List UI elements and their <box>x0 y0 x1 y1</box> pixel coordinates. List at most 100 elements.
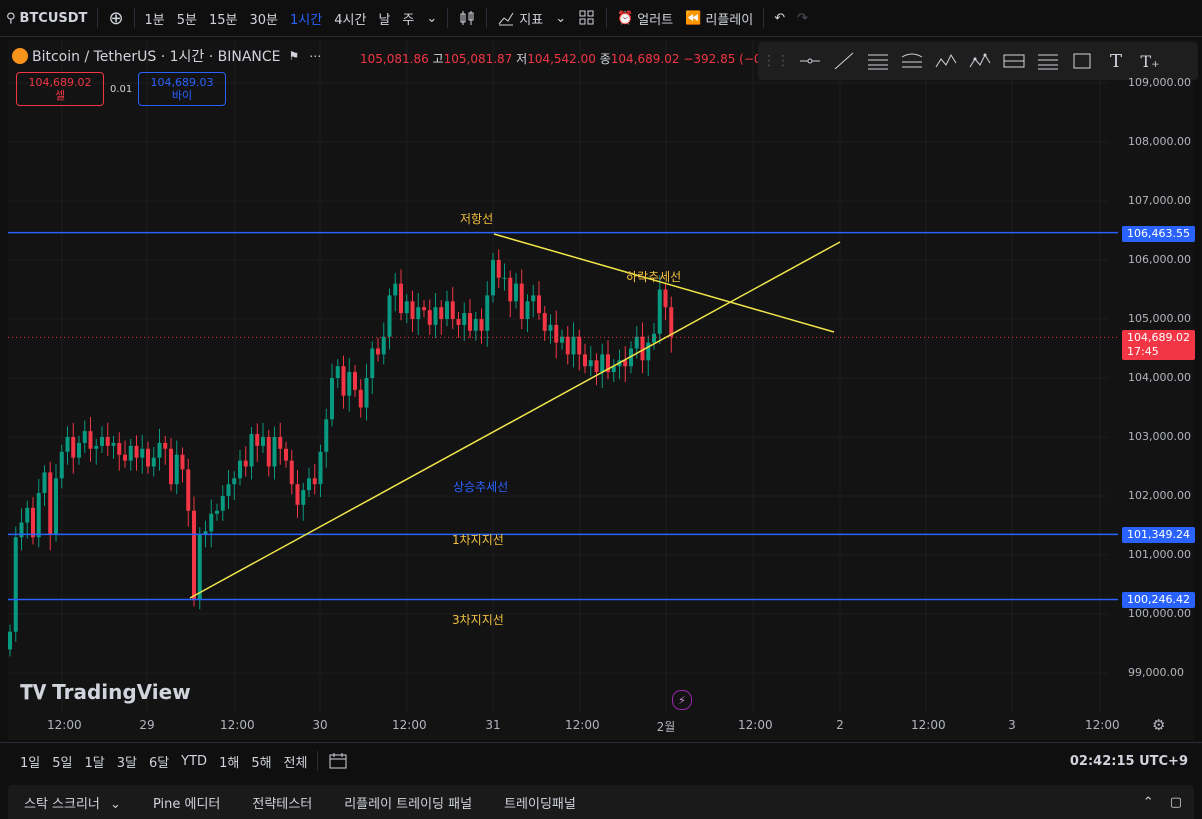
range-1m[interactable]: 1달 <box>78 743 110 779</box>
candle-body <box>232 478 237 485</box>
candle-style-button[interactable] <box>452 0 482 36</box>
add-symbol-button[interactable]: ⊕ <box>102 0 129 36</box>
candle-body <box>646 342 651 361</box>
horizontal-ray-tool[interactable] <box>794 46 826 76</box>
interval-week[interactable]: 주 <box>396 0 420 36</box>
support3-label[interactable]: 3차지지선 <box>452 611 504 628</box>
candle-body <box>77 442 81 458</box>
candle-body <box>146 448 150 467</box>
candle-body <box>479 319 484 331</box>
rectangle-tool[interactable] <box>1066 46 1098 76</box>
range-ytd[interactable]: YTD <box>175 743 213 779</box>
interval-day[interactable]: 날 <box>372 0 396 36</box>
range-3m[interactable]: 3달 <box>111 743 143 779</box>
replay-button[interactable]: ⏪ 리플레이 <box>679 0 759 36</box>
interval-4h[interactable]: 4시간 <box>328 0 372 36</box>
elliott-wave-tool[interactable] <box>964 46 996 76</box>
range-5y[interactable]: 5해 <box>245 743 277 779</box>
support1-label[interactable]: 1차지지선 <box>452 531 504 548</box>
range-6m[interactable]: 6달 <box>143 743 175 779</box>
undo-icon: ↶ <box>774 10 786 26</box>
chart-pane[interactable] <box>8 40 1194 740</box>
time-label: 12:00 <box>392 718 427 732</box>
redo-button[interactable]: ↷ <box>791 0 814 36</box>
drag-handle[interactable]: ⋮⋮ <box>760 46 792 76</box>
panel-tabs: 스탁 스크리너 ⌄ Pine 에디터 전략테스터 리플레이 트레이딩 패널 트레… <box>8 785 1194 819</box>
interval-15m[interactable]: 15분 <box>203 0 244 36</box>
rewind-icon: ⏪ <box>685 10 702 26</box>
time-label: 12:00 <box>738 718 773 732</box>
interval-30m[interactable]: 30분 <box>244 0 285 36</box>
range-1y[interactable]: 1해 <box>213 743 245 779</box>
layout-button[interactable] <box>572 0 602 36</box>
candle-body <box>376 348 380 355</box>
divider <box>486 8 488 28</box>
interval-1h[interactable]: 1시간 <box>284 0 328 36</box>
settings-gear-icon[interactable]: ⚙ <box>1152 716 1165 734</box>
time-axis[interactable]: 12:00 29 12:00 30 12:00 31 12:00 2월 12:00 2 12:00 3… <box>8 712 1194 740</box>
price-tick: 104,000.00 <box>1128 371 1191 384</box>
chevron-down-icon: ⌄ <box>426 10 438 26</box>
tradingview-logo[interactable]: 𝐓𝐕 TradingView <box>20 680 191 704</box>
long-position-tool[interactable] <box>1032 46 1064 76</box>
range-1d[interactable]: 1일 <box>14 743 46 779</box>
interval-5m[interactable]: 5분 <box>171 0 203 36</box>
candle-body <box>25 507 30 523</box>
price-tick: 103,000.00 <box>1128 430 1191 443</box>
uptrend-label[interactable]: 상승추세선 <box>453 478 508 495</box>
candle-body <box>422 307 426 311</box>
candle-body <box>128 445 133 461</box>
tab-strategy-tester[interactable]: 전략테스터 <box>236 793 328 812</box>
tab-pine-editor[interactable]: Pine 에디터 <box>137 793 236 812</box>
candle-body <box>531 295 536 302</box>
parallel-channel-tool[interactable] <box>862 46 894 76</box>
maximize-panel-button[interactable]: ▢ <box>1162 795 1194 810</box>
tab-stock-screener[interactable]: 스탁 스크리너 ⌄ <box>8 793 137 812</box>
tab-trading-panel[interactable]: 트레이딩패널 <box>488 793 592 812</box>
candle-body <box>600 354 605 373</box>
flag-icon[interactable]: ⚑ <box>289 49 300 63</box>
date-range-tool[interactable] <box>998 46 1030 76</box>
interval-1m[interactable]: 1분 <box>139 0 171 36</box>
sell-button[interactable]: 104,689.02 셀 <box>16 72 104 106</box>
pattern-tool[interactable] <box>930 46 962 76</box>
collapse-panel-button[interactable]: ⌃ <box>1135 795 1162 810</box>
trend-line-tool[interactable] <box>828 46 860 76</box>
price-tick: 102,000.00 <box>1128 489 1191 502</box>
tab-replay-trading[interactable]: 리플레이 트레이딩 패널 <box>328 793 488 812</box>
candle-body <box>272 437 277 467</box>
wave-icon <box>969 53 991 68</box>
indicators-button[interactable]: 지표 <box>491 0 549 36</box>
range-all[interactable]: 전체 <box>278 743 314 779</box>
alert-button[interactable]: ⏰ 얼러트 <box>611 0 679 36</box>
downtrend-label[interactable]: 하락추세선 <box>626 268 681 285</box>
price-scale[interactable]: 109,000.00 108,000.00 107,000.00 106,000.00… <box>1110 40 1195 740</box>
time-label: 3 <box>1008 718 1016 732</box>
symbol-search[interactable]: ⚲ BTCUSDT <box>0 0 93 36</box>
price-chart[interactable] <box>8 40 1194 740</box>
candle-body <box>157 442 162 458</box>
clock-display[interactable]: 02:42:15 UTC+9 <box>1064 743 1194 779</box>
time-label: 12:00 <box>1085 718 1120 732</box>
candle-body <box>485 295 490 331</box>
interval-dropdown[interactable]: ⌄ <box>420 0 443 36</box>
candle-body <box>65 437 70 452</box>
buy-button[interactable]: 104,689.03 바이 <box>138 72 226 106</box>
time-label: 12:00 <box>565 718 600 732</box>
candle-body <box>554 324 559 343</box>
lightning-icon[interactable]: ⚡ <box>672 690 692 710</box>
price-tick: 107,000.00 <box>1128 194 1191 207</box>
undo-button[interactable]: ↶ <box>768 0 791 36</box>
more-options-icon[interactable]: ⋯ <box>309 49 321 63</box>
go-to-date-button[interactable] <box>322 743 354 779</box>
resistance-label[interactable]: 저항선 <box>460 210 493 227</box>
candle-body <box>330 378 334 420</box>
candle-body <box>370 348 375 378</box>
candle-body <box>387 295 392 337</box>
divider <box>763 8 765 28</box>
tab-label: 스탁 스크리너 <box>24 796 100 812</box>
fib-retracement-tool[interactable] <box>896 46 928 76</box>
candle-body <box>663 289 668 308</box>
range-5d[interactable]: 5일 <box>46 743 78 779</box>
indicators-dropdown[interactable]: ⌄ <box>549 0 572 36</box>
